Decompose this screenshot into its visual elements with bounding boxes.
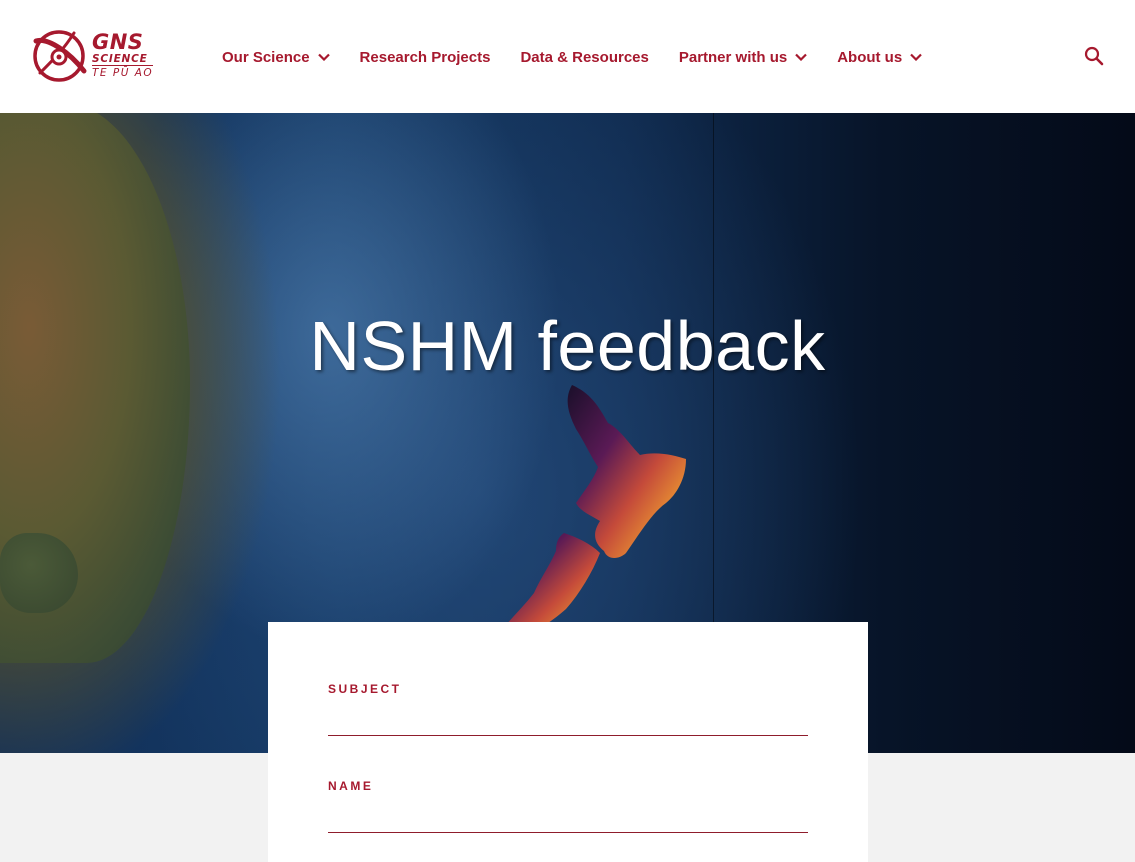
chevron-down-icon xyxy=(910,53,922,61)
chevron-down-icon xyxy=(317,53,330,61)
logo-line2: SCIENCE xyxy=(92,53,148,65)
name-field-group: NAME xyxy=(328,779,808,833)
nav-about-us[interactable]: About us xyxy=(837,49,922,66)
search-button[interactable] xyxy=(1083,45,1105,67)
search-icon xyxy=(1084,46,1104,66)
nav-label: Data & Resources xyxy=(520,48,649,66)
gns-logo[interactable]: GNS SCIENCE TE PŪ AO xyxy=(30,27,165,85)
nav-label: Research Projects xyxy=(359,48,491,66)
nav-label: Partner with us xyxy=(678,48,788,66)
page-title: NSHM feedback xyxy=(309,307,826,385)
hero-tasmania-landmass xyxy=(0,533,78,613)
feedback-form: SUBJECT NAME xyxy=(268,622,868,862)
gns-emblem-icon xyxy=(33,30,87,82)
name-input[interactable] xyxy=(328,803,808,833)
nav-data-resources[interactable]: Data & Resources xyxy=(520,49,648,66)
nav-partner-with-us[interactable]: Partner with us xyxy=(679,49,807,66)
name-label: NAME xyxy=(328,779,374,793)
nav-label: Our Science xyxy=(222,48,310,66)
nav-label: About us xyxy=(837,48,903,66)
new-zealand-hazard-map xyxy=(491,385,686,643)
subject-input[interactable] xyxy=(328,706,808,736)
subject-field-group: SUBJECT xyxy=(328,682,808,736)
logo-name: GNS xyxy=(92,30,144,54)
nav-our-science[interactable]: Our Science xyxy=(222,49,330,66)
chevron-down-icon xyxy=(795,53,807,61)
site-header: GNS SCIENCE TE PŪ AO Our Science Researc… xyxy=(0,0,1135,113)
main-nav: Our Science Research Projects Data & Res… xyxy=(222,46,952,68)
logo-line3: TE PŪ AO xyxy=(92,65,154,79)
nav-research-projects[interactable]: Research Projects xyxy=(360,49,491,66)
subject-label: SUBJECT xyxy=(328,682,402,696)
logo-wordmark: GNS SCIENCE TE PŪ AO xyxy=(92,30,154,79)
